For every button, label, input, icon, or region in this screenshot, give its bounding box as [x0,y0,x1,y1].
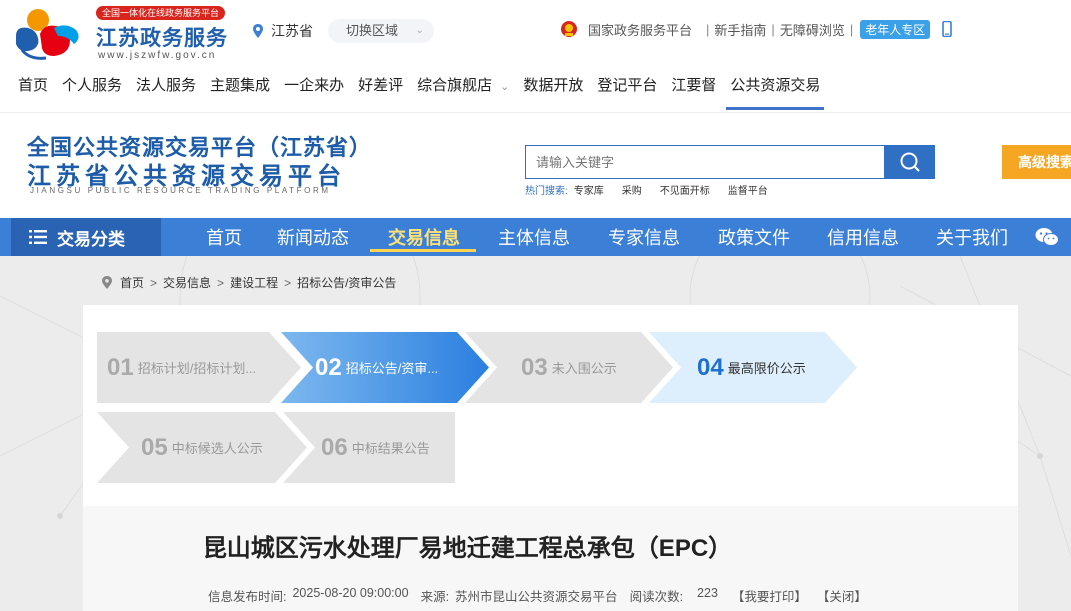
search-box [525,145,885,179]
mainnav-open-data[interactable]: 数据开放 [523,74,583,110]
step-label: 中标候选人公示 [171,441,263,456]
hot-keyword[interactable]: 专家库 [574,182,604,197]
hot-search-label: 热门搜索: [525,186,568,197]
gov-header: 全国一体化在线政务服务平台 江苏政务服务 www.jszwfw.gov.cn 江… [0,0,1071,112]
nav-subject-info[interactable]: 主体信息 [498,218,570,256]
step-number: 05 [141,433,168,461]
logo-badge: 全国一体化在线政务服务平台 [96,6,226,20]
chevron-down-icon: ⌄ [415,25,424,36]
trade-category-label: 交易分类 [57,229,125,249]
views-count: 223 [697,586,718,600]
platform-title-english: JIANGSU PUBLIC RESOURCE TRADING PLATFORM [30,186,331,195]
advanced-search-button[interactable]: 高级搜索 [1002,145,1071,179]
nav-trade-info[interactable]: 交易信息 [370,218,476,256]
step-item[interactable]: 06 中标结果公告 [283,412,455,483]
mainnav-enterprise[interactable]: 一企来办 [284,74,344,110]
hot-keyword[interactable]: 监督平台 [728,182,768,197]
guide-link[interactable]: 新手指南 [714,20,766,39]
step-number: 02 [315,353,342,381]
nav-expert-info[interactable]: 专家信息 [608,218,680,256]
breadcrumb-construction[interactable]: 建设工程 [230,274,278,291]
hot-search: 热门搜索: 专家库 采购 不见面开标 监督平台 [525,182,786,197]
site-url: www.jszwfw.gov.cn [98,50,217,61]
current-region: 江苏省 [253,21,313,41]
breadcrumb-home[interactable]: 首页 [120,274,144,291]
article-meta: 信息发布时间: 2025-08-20 09:00:00 来源: 苏州市昆山公共资… [208,586,867,605]
step-number: 04 [697,353,724,381]
accessible-link[interactable]: 无障碍浏览 [780,20,845,39]
search-icon [900,152,920,172]
mobile-icon[interactable] [942,21,953,37]
mainnav-rating[interactable]: 好差评 [358,74,403,110]
nav-home[interactable]: 首页 [206,218,242,256]
breadcrumb: 首页 > 交易信息 > 建设工程 > 招标公告/资审公告 [102,274,396,291]
step-item[interactable]: 01 招标计划/招标计划... [97,332,301,403]
nav-news[interactable]: 新闻动态 [277,218,349,256]
mainnav-public-resource[interactable]: 公共资源交易 [726,74,825,110]
national-emblem-icon [561,21,577,37]
main-nav: 首页 个人服务 法人服务 主题集成 一企来办 好差评 综合旗舰店 ⌄ 数据开放 登… [18,74,834,110]
switch-region-button[interactable]: 切换区域 ⌄ [328,19,434,43]
site-name: 江苏政务服务 [96,27,228,50]
article-title: 昆山城区污水处理厂易地迁建工程总承包（EPC） [202,535,733,562]
location-pin-icon [253,24,263,38]
print-button[interactable]: 【我要打印】 [732,586,807,605]
mainnav-flagship[interactable]: 综合旗舰店 ⌄ [417,74,509,110]
mainnav-personal[interactable]: 个人服务 [62,74,122,110]
region-name: 江苏省 [271,23,313,39]
nav-policy[interactable]: 政策文件 [718,218,790,256]
nav-about[interactable]: 关于我们 [936,218,1008,256]
mainnav-theme[interactable]: 主题集成 [210,74,270,110]
site-logo[interactable]: 全国一体化在线政务服务平台 江苏政务服务 www.jszwfw.gov.cn [10,6,230,64]
mainnav-flagship-label: 综合旗舰店 [417,77,493,94]
hot-keyword[interactable]: 采购 [622,182,642,197]
mainnav-legal[interactable]: 法人服务 [136,74,196,110]
source-label: 来源: [420,590,450,604]
step-item-current[interactable]: 02 招标公告/资审... [281,332,489,403]
hot-keyword[interactable]: 不见面开标 [660,182,710,197]
trade-category-button[interactable]: 交易分类 [11,218,161,256]
step-item[interactable]: 04 最高限价公示 [649,332,857,403]
top-links: 国家政务服务平台 | 新手指南 | 无障碍浏览 | 老年人专区 [560,19,953,39]
publish-time-label: 信息发布时间: [208,590,287,604]
breadcrumb-current: 招标公告/资审公告 [297,276,397,290]
wechat-icon[interactable] [1035,227,1059,247]
step-label: 最高限价公示 [727,361,806,376]
search-input[interactable] [526,146,884,178]
step-label: 中标结果公告 [351,441,430,456]
step-label: 招标公告/资审... [345,361,439,376]
breadcrumb-trade-info[interactable]: 交易信息 [163,274,211,291]
mainnav-supervise[interactable]: 江要督 [671,74,716,110]
step-number: 03 [521,353,548,381]
mainnav-home[interactable]: 首页 [18,74,48,110]
source-value: 苏州市昆山公共资源交易平台 [455,590,618,604]
switch-region-label: 切换区域 [346,23,399,38]
step-label: 招标计划/招标计划... [137,361,257,376]
step-item[interactable]: 03 未入围公示 [465,332,673,403]
views-label: 阅读次数: [629,590,684,604]
nav-credit[interactable]: 信用信息 [827,218,899,256]
elder-zone-button[interactable]: 老年人专区 [860,19,931,39]
search-button[interactable] [884,145,935,179]
step-item[interactable]: 05 中标候选人公示 [97,412,307,483]
location-pin-icon [102,276,112,289]
step-label: 未入围公示 [551,361,617,376]
close-button[interactable]: 【关闭】 [817,586,867,605]
menu-icon [29,230,47,244]
platform-nav: 交易分类 首页 新闻动态 交易信息 主体信息 专家信息 政策文件 信用信息 关于… [0,218,1071,256]
step-number: 01 [107,353,134,381]
chevron-down-icon: ⌄ [500,81,510,93]
logo-mark-icon [16,9,79,60]
publish-time: 2025-08-20 09:00:00 [292,586,409,600]
national-platform-link[interactable]: 国家政务服务平台 [588,20,692,39]
step-number: 06 [321,433,348,461]
mainnav-registration[interactable]: 登记平台 [597,74,657,110]
platform-banner: 全国公共资源交易平台（江苏省） 江苏省公共资源交易平台 JIANGSU PUBL… [0,112,1071,218]
